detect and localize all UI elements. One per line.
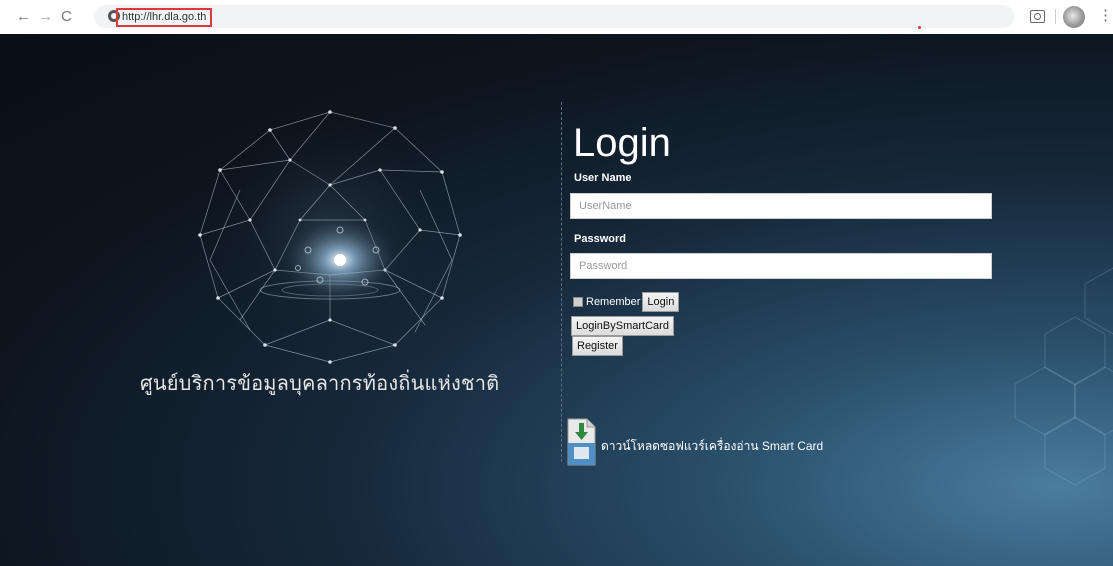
camera-icon[interactable] — [1030, 10, 1045, 23]
kebab-menu-icon[interactable]: ⋮ — [1098, 8, 1113, 24]
login-button[interactable]: Login — [642, 292, 680, 312]
recording-indicator-icon — [918, 26, 921, 29]
password-label: Password — [574, 233, 626, 245]
download-icon[interactable] — [565, 417, 597, 467]
reload-icon[interactable]: C — [61, 8, 72, 26]
register-button[interactable]: Register — [572, 336, 623, 356]
profile-avatar[interactable] — [1063, 6, 1085, 28]
password-input[interactable] — [570, 253, 992, 279]
remember-label[interactable]: Remember — [586, 296, 640, 308]
address-bar[interactable]: http://lhr.dla.go.th — [94, 5, 1014, 28]
toolbar-divider — [1055, 9, 1056, 24]
url-text[interactable]: http://lhr.dla.go.th — [116, 8, 213, 27]
hexagon-decoration — [1014, 267, 1113, 486]
username-label: User Name — [574, 172, 632, 184]
download-smartcard-link[interactable]: ดาวน์โหลดซอฟแวร์เครื่องอ่าน Smart Card — [601, 437, 823, 456]
browser-toolbar: ← → C http://lhr.dla.go.th ⋮ — [0, 0, 1113, 35]
remember-checkbox[interactable] — [573, 297, 583, 307]
remember-row: Remember Login — [573, 292, 680, 312]
site-title: ศูนย์บริการข้อมูลบุคลากรท้องถิ่นแห่งชาติ — [140, 373, 500, 395]
login-page: ศูนย์บริการข้อมูลบุคลากรท้องถิ่นแห่งชาติ… — [0, 34, 1113, 566]
login-smartcard-button[interactable]: LoginBySmartCard — [571, 316, 674, 336]
username-input[interactable] — [570, 193, 992, 219]
vertical-divider — [561, 102, 562, 462]
login-heading: Login — [573, 121, 671, 165]
forward-arrow-icon[interactable]: → — [38, 8, 53, 26]
network-globe-illustration — [198, 107, 462, 364]
back-arrow-icon[interactable]: ← — [16, 8, 31, 26]
